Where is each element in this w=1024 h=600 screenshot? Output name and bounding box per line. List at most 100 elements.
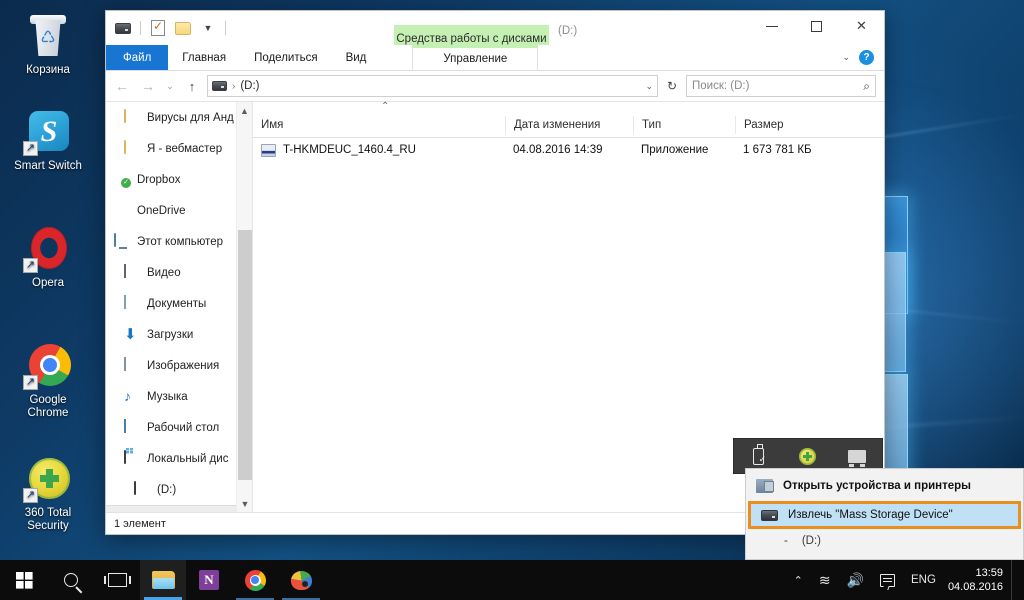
tab-manage[interactable]: Управление	[412, 45, 539, 70]
sidebar-item-folder[interactable]: Я - вебмастер	[106, 133, 252, 164]
scroll-down-icon[interactable]: ▼	[237, 495, 252, 512]
forward-button[interactable]: →	[137, 75, 159, 97]
up-button[interactable]: ↑	[181, 75, 203, 97]
usb-eject-icon[interactable]: ✓	[747, 443, 771, 468]
sidebar-item-documents[interactable]: Документы	[106, 288, 252, 319]
desktop-icon-360-total-security[interactable]: ↗ 360 Total Security	[4, 455, 92, 533]
column-headers[interactable]: Имя Дата изменения Тип Размер	[253, 112, 884, 138]
recent-locations-caret-icon[interactable]: ⌄	[163, 75, 177, 97]
desktop[interactable]: ♺ Корзина S ↗ Smart Switch ↗ Opera ↗ Goo…	[0, 0, 1024, 600]
display-icon[interactable]	[845, 444, 869, 468]
search-taskbar-button[interactable]	[48, 560, 94, 600]
maximize-button[interactable]	[794, 11, 839, 41]
removable-drive-icon	[134, 480, 151, 498]
context-menu[interactable]: Открыть устройства и принтеры Извлечь "M…	[745, 468, 1024, 560]
column-header-size[interactable]: Размер	[735, 115, 825, 134]
paint-taskbar-button[interactable]	[278, 560, 324, 600]
column-header-name[interactable]: Имя	[253, 116, 505, 134]
devices-printers-icon	[756, 478, 774, 493]
status-text: 1 элемент	[114, 517, 166, 530]
show-desktop-button[interactable]	[1011, 560, 1018, 600]
sidebar-item-desktop[interactable]: Рабочий стол	[106, 412, 252, 443]
desktop-icon-label: Google Chrome	[27, 394, 69, 419]
close-button[interactable]: ✕	[839, 11, 884, 41]
breadcrumb-item[interactable]: (D:)	[240, 80, 259, 92]
sidebar-item-this-pc[interactable]: Этот компьютер	[106, 226, 252, 257]
action-center-button[interactable]	[872, 560, 903, 600]
sidebar-item-videos[interactable]: Видео	[106, 257, 252, 288]
onenote-taskbar-button[interactable]: N	[186, 560, 232, 600]
tab-share[interactable]: Поделиться	[240, 45, 332, 70]
show-hidden-icons-button[interactable]: ⌃	[786, 560, 811, 600]
title-bar[interactable]: ▼ Средства работы с дисками (D:) ✕	[106, 11, 884, 52]
sidebar-item-label: Музыка	[147, 390, 188, 403]
divider	[225, 21, 226, 35]
sidebar-item-dropbox[interactable]: ✓ Dropbox	[106, 164, 252, 195]
window-title: (D:)	[558, 25, 578, 37]
sidebar-item-label: Рабочий стол	[147, 421, 220, 434]
taskbar[interactable]: N ⌃ ≋ 🔊 ENG 13:59 04.08.2016	[0, 560, 1024, 600]
tab-view[interactable]: Вид	[332, 45, 381, 70]
task-view-button[interactable]	[94, 560, 140, 600]
menu-item-drive-d[interactable]: - (D:)	[746, 529, 1023, 553]
wifi-icon[interactable]: ≋	[811, 560, 839, 600]
downloads-icon: ⬇	[124, 325, 137, 343]
address-input[interactable]: › (D:) ⌄	[207, 75, 658, 97]
navigation-pane[interactable]: Вирусы для Анд Я - вебмастер ✓ Dropbox O…	[106, 102, 253, 512]
sidebar-item-folder[interactable]: Вирусы для Анд	[106, 102, 252, 133]
minimize-button[interactable]	[749, 11, 794, 41]
new-folder-icon[interactable]	[173, 18, 193, 38]
back-button[interactable]: ←	[111, 75, 133, 97]
desktop-icon-smart-switch[interactable]: S ↗ Smart Switch	[4, 108, 92, 173]
menu-item-eject-mass-storage-device[interactable]: Извлечь "Mass Storage Device"	[748, 501, 1021, 529]
sidebar-item-downloads[interactable]: ⬇ Загрузки	[106, 319, 252, 350]
address-bar-row[interactable]: ← → ⌄ ↑ › (D:) ⌄ ↻ Поиск: (D:) ⌕	[106, 71, 884, 101]
application-icon	[261, 143, 276, 157]
sidebar-item-music[interactable]: ♪ Музыка	[106, 381, 252, 412]
volume-icon[interactable]: 🔊	[839, 560, 872, 600]
customize-qat-caret-icon[interactable]: ▼	[198, 18, 218, 38]
quick-access-toolbar[interactable]: ▼	[106, 16, 228, 40]
address-dropdown-caret-icon[interactable]: ⌄	[645, 81, 653, 92]
tab-file[interactable]: Файл	[106, 45, 169, 70]
table-row[interactable]: T-HKMDEUC_1460.4_RU 04.08.2016 14:39 При…	[253, 138, 884, 162]
menu-item-open-devices-and-printers[interactable]: Открыть устройства и принтеры	[746, 472, 1023, 499]
sidebar-item-local-disk[interactable]: Локальный дис	[106, 443, 252, 474]
navigation-pane-scrollbar[interactable]: ▲ ▼	[236, 102, 252, 512]
sidebar-item-label: Я - вебмастер	[147, 142, 223, 155]
sidebar-item-pictures[interactable]: Изображения	[106, 350, 252, 381]
column-header-type[interactable]: Тип	[633, 115, 735, 134]
file-explorer-taskbar-button[interactable]	[140, 560, 186, 600]
desktop-icon-google-chrome[interactable]: ↗ Google Chrome	[4, 342, 92, 420]
desktop-icon-opera[interactable]: ↗ Opera	[4, 225, 92, 290]
menu-item-label: Извлечь "Mass Storage Device"	[788, 509, 953, 521]
chrome-taskbar-button[interactable]	[232, 560, 278, 600]
desktop-icon-recycle-bin[interactable]: ♺ Корзина	[4, 12, 92, 77]
smart-switch-icon: S ↗	[23, 108, 72, 156]
onedrive-icon	[114, 203, 131, 219]
start-button[interactable]	[0, 560, 48, 600]
sidebar-item-onedrive[interactable]: OneDrive	[106, 195, 252, 226]
360-security-tray-icon[interactable]	[796, 444, 820, 468]
properties-icon[interactable]	[148, 18, 168, 38]
refresh-button[interactable]: ↻	[662, 75, 682, 97]
sidebar-item-drive-d-selected[interactable]: (D:)	[106, 505, 252, 512]
desktop-icon-label: 360 Total Security	[24, 507, 72, 532]
file-name-cell[interactable]: T-HKMDEUC_1460.4_RU	[253, 143, 505, 157]
expand-ribbon-caret-icon[interactable]: ⌄	[842, 52, 850, 63]
column-header-date[interactable]: Дата изменения	[505, 115, 633, 134]
clock[interactable]: 13:59 04.08.2016	[944, 566, 1011, 594]
sidebar-item-drive-d[interactable]: (D:)	[106, 474, 252, 505]
tab-home[interactable]: Главная	[168, 45, 240, 70]
desktop-icon-label: Smart Switch	[14, 160, 82, 172]
scroll-up-icon[interactable]: ▲	[237, 102, 252, 119]
drive-icon[interactable]	[113, 18, 133, 38]
help-icon[interactable]: ?	[859, 50, 874, 65]
window-controls[interactable]: ✕	[749, 11, 884, 41]
ribbon-tabs[interactable]: Файл Главная Поделиться Вид Управление ⌄…	[106, 45, 884, 71]
system-tray[interactable]: ⌃ ≋ 🔊 ENG 13:59 04.08.2016	[786, 560, 1024, 600]
search-input[interactable]: Поиск: (D:) ⌕	[686, 75, 876, 97]
scrollbar-thumb[interactable]	[238, 230, 252, 480]
language-indicator[interactable]: ENG	[903, 574, 944, 586]
recycle-bin-icon: ♺	[24, 12, 72, 60]
